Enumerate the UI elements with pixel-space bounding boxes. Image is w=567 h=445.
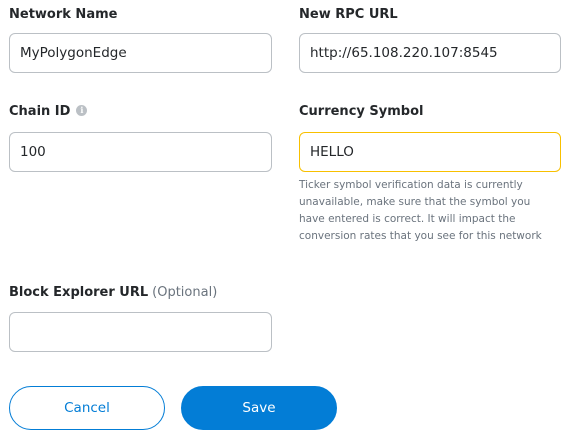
rpc-url-input[interactable]: http://65.108.220.107:8545 (299, 33, 561, 73)
network-name-label: Network Name (9, 7, 118, 22)
rpc-url-value: http://65.108.220.107:8545 (310, 45, 498, 61)
network-form: Network Name MyPolygonEdge New RPC URL h… (0, 0, 567, 445)
info-icon[interactable]: i (76, 105, 88, 116)
block-explorer-label-row: Block Explorer URL (Optional) (9, 285, 217, 301)
network-name-value: MyPolygonEdge (20, 45, 127, 61)
currency-symbol-input[interactable]: HELLO (299, 132, 561, 172)
network-name-input[interactable]: MyPolygonEdge (9, 33, 272, 73)
block-explorer-label: Block Explorer URL (9, 285, 149, 300)
rpc-url-label: New RPC URL (299, 7, 398, 22)
warning-line: have entered is correct. It will impact … (299, 213, 516, 225)
warning-line: conversion rates that you see for this n… (299, 230, 542, 242)
optional-tag: (Optional) (152, 285, 218, 300)
warning-line: unavailable, make sure that the symbol y… (299, 196, 531, 208)
chain-id-input[interactable]: 100 (9, 132, 272, 172)
warning-line: Ticker symbol verification data is curre… (299, 179, 523, 191)
cancel-button-label: Cancel (64, 400, 110, 416)
chain-id-label: Chain ID (9, 104, 71, 119)
save-button-label: Save (242, 400, 276, 416)
save-button[interactable]: Save (181, 386, 337, 430)
cancel-button[interactable]: Cancel (9, 386, 165, 430)
block-explorer-input[interactable] (9, 312, 272, 352)
chain-id-value: 100 (20, 144, 46, 160)
currency-symbol-value: HELLO (310, 144, 354, 160)
currency-symbol-label: Currency Symbol (299, 104, 424, 119)
chain-id-label-row: Chain ID i (9, 104, 88, 120)
currency-symbol-warning: Ticker symbol verification data is curre… (299, 177, 561, 245)
